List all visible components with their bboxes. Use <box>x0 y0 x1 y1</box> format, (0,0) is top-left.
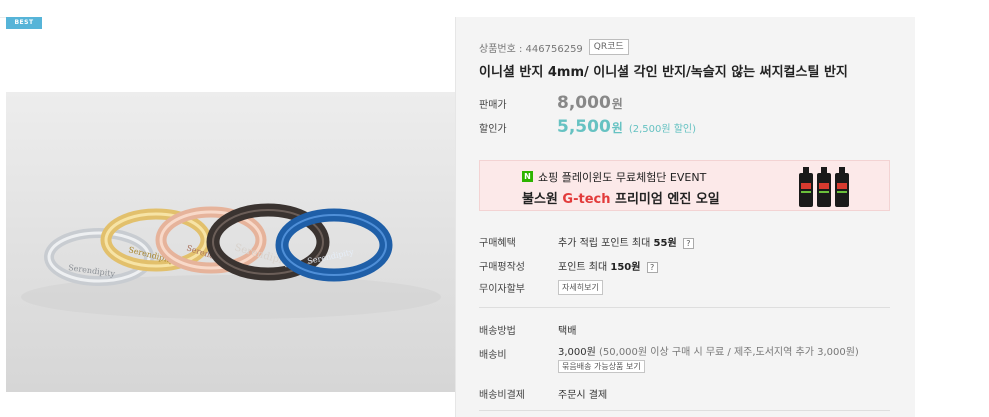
banner-line2: 불스원 G-tech 프리미엄 엔진 오일 <box>522 188 720 207</box>
event-banner[interactable]: N 쇼핑 플레이윈도 무료체험단 EVENT 불스원 G-tech 프리미엄 엔… <box>479 160 890 211</box>
sale-price-unit: 원 <box>611 121 623 135</box>
shipping-cost-row: 배송비 3,000원 (50,000원 이상 구매 시 무료 / 제주,도서지역… <box>479 346 878 374</box>
shipping-payment-label: 배송비결제 <box>479 390 525 401</box>
shipping-cost-value: 3,000원 (50,000원 이상 구매 시 무료 / 제주,도서지역 추가 … <box>558 346 878 374</box>
original-price-value: 8,000 <box>557 93 611 113</box>
banner-line1: 쇼핑 플레이윈도 무료체험단 EVENT <box>538 171 707 184</box>
best-badge: BEST <box>6 17 42 29</box>
product-code: 상품번호 : 446756259 QR코드 <box>479 39 629 55</box>
naver-logo-icon: N <box>522 171 533 182</box>
product-page: BEST Serendipity Serendipity Serendipity… <box>0 0 989 417</box>
bottom-divider <box>479 410 890 411</box>
product-photo[interactable]: Serendipity Serendipity Serendipity Sere… <box>6 92 455 392</box>
shipping-method-label: 배송방법 <box>479 326 516 337</box>
shipping-cost-label: 배송비 <box>479 350 507 361</box>
review-point-row: 구매평작성 포인트 최대 150원 ? <box>479 258 658 273</box>
installment-details-button[interactable]: 자세히보기 <box>558 280 603 295</box>
shipping-payment-row: 배송비결제 주문시 결제 <box>479 386 607 401</box>
product-code-text: 상품번호 : 446756259 <box>479 43 583 55</box>
purchase-help-icon[interactable]: ? <box>682 237 694 249</box>
banner-product: 프리미엄 엔진 오일 <box>615 192 720 207</box>
shipping-payment-value: 주문시 결제 <box>558 390 608 401</box>
bundle-shipping-button[interactable]: 묶음배송 가능상품 보기 <box>558 360 645 373</box>
review-point-text: 포인트 최대 <box>558 262 608 273</box>
section-divider <box>479 307 890 308</box>
purchase-benefit-row: 구매혜택 추가 적립 포인트 최대 55원 ? <box>479 234 694 249</box>
purchase-benefit-text: 추가 적립 포인트 최대 <box>558 238 651 249</box>
shipping-method-value: 택배 <box>558 326 577 337</box>
product-image-area: BEST Serendipity Serendipity Serendipity… <box>6 17 455 417</box>
review-point-amount: 150원 <box>610 262 641 273</box>
product-title: 이니셜 반지 4mm/ 이니셜 각인 반지/녹슬지 않는 써지컬스틸 반지 <box>479 65 848 80</box>
rings-illustration: Serendipity Serendipity Serendipity Sere… <box>6 92 455 392</box>
original-price-row: 판매가 8,000 원 <box>479 93 623 113</box>
sale-price-row: 할인가 5,500 원 (2,500원 할인) <box>479 117 696 137</box>
purchase-benefit-amount: 55원 <box>653 238 677 249</box>
banner-brand: 불스원 <box>522 192 558 207</box>
review-help-icon[interactable]: ? <box>646 261 658 273</box>
shipping-cost-amount: 3,000원 <box>558 347 596 358</box>
review-point-value: 포인트 최대 150원 ? <box>558 258 658 273</box>
original-price-label: 판매가 <box>479 100 507 111</box>
oil-bottles-image <box>799 167 849 207</box>
shipping-cost-note: (50,000원 이상 구매 시 무료 / 제주,도서지역 추가 3,000원) <box>599 347 859 358</box>
product-info-panel: 상품번호 : 446756259 QR코드 이니셜 반지 4mm/ 이니셜 각인… <box>455 17 915 417</box>
installment-row: 무이자할부 자세히보기 <box>479 280 603 295</box>
sale-price-value: 5,500 <box>557 117 611 137</box>
original-price-unit: 원 <box>611 97 623 111</box>
review-point-label: 구매평작성 <box>479 262 525 273</box>
purchase-benefit-label: 구매혜택 <box>479 238 516 249</box>
installment-label: 무이자할부 <box>479 284 525 295</box>
sale-price-label: 할인가 <box>479 124 507 135</box>
purchase-benefit-value: 추가 적립 포인트 최대 55원 ? <box>558 234 694 249</box>
banner-highlight: G-tech <box>562 192 611 207</box>
shipping-method-row: 배송방법 택배 <box>479 322 576 337</box>
qr-code-button[interactable]: QR코드 <box>588 39 629 55</box>
discount-amount: (2,500원 할인) <box>628 124 697 135</box>
